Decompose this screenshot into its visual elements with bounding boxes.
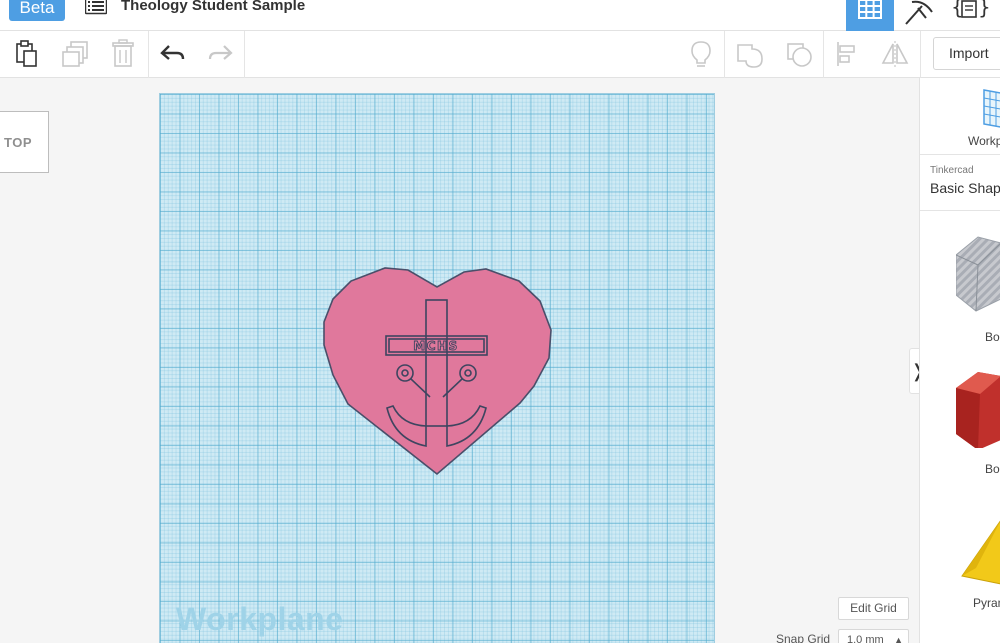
undo-icon[interactable] — [158, 39, 188, 69]
toolbar-divider — [148, 31, 149, 78]
panel-divider — [920, 154, 1000, 155]
beta-badge: Beta — [9, 0, 65, 21]
pickaxe-icon — [905, 0, 933, 25]
blocks-view-button[interactable] — [898, 0, 942, 31]
chevron-up-icon: ▲ — [894, 635, 903, 643]
paste-icon[interactable] — [12, 39, 42, 69]
toolbar-divider — [724, 31, 725, 78]
design-title[interactable]: Theology Student Sample — [121, 0, 305, 14]
top-bar: Beta Theology Student Sample {} — [0, 0, 1000, 31]
import-button[interactable]: Import — [933, 37, 1000, 70]
codeblocks-view-button[interactable]: { } — [946, 0, 996, 31]
snap-grid-value: 1.0 mm — [847, 634, 884, 643]
pyramid-icon[interactable] — [956, 518, 1000, 593]
shape-label-box[interactable]: Bo — [985, 462, 1000, 476]
shape-label-pyramid[interactable]: Pyran — [973, 596, 1000, 610]
snap-grid-select[interactable]: 1.0 mm ▲ — [838, 629, 909, 643]
shape-library-source: Tinkercad — [930, 165, 974, 176]
view-cube[interactable]: TOP — [0, 111, 49, 173]
3d-view-button[interactable] — [846, 0, 894, 31]
shapes-panel: Workp Tinkercad Basic Shap Bo Bo Pyra — [919, 78, 1000, 643]
edit-grid-button[interactable]: Edit Grid — [838, 597, 909, 620]
view-cube-face-label: TOP — [4, 135, 32, 150]
delete-icon[interactable] — [108, 39, 138, 69]
ungroup-icon[interactable] — [785, 39, 815, 69]
workplane-grid[interactable] — [159, 93, 715, 643]
workplane-label: Workplane — [176, 601, 344, 637]
panel-divider — [920, 210, 1000, 211]
toolbar-divider — [244, 31, 245, 78]
toolbar-divider — [920, 31, 921, 78]
box-hole-icon[interactable] — [955, 235, 1000, 320]
grid-view-icon — [858, 0, 882, 19]
edit-toolbar: Import — [0, 31, 1000, 78]
workplane-tool-icon[interactable] — [980, 88, 1000, 133]
snap-grid-label: Snap Grid — [776, 632, 831, 643]
redo-icon[interactable] — [205, 39, 235, 69]
group-icon[interactable] — [735, 39, 765, 69]
workplane-tool-label[interactable]: Workp — [968, 134, 1000, 148]
lightbulb-icon[interactable] — [686, 39, 716, 69]
shape-label-box-hole[interactable]: Bo — [985, 330, 1000, 344]
svg-text:}: } — [978, 0, 991, 19]
mirror-icon[interactable] — [880, 39, 910, 69]
duplicate-icon[interactable] — [61, 39, 91, 69]
align-icon[interactable] — [834, 39, 864, 69]
code-blocks-icon: { } — [951, 0, 991, 19]
shape-library-select[interactable]: Basic Shap — [930, 180, 1000, 196]
design-list-icon[interactable] — [84, 0, 108, 16]
toolbar-divider — [823, 31, 824, 78]
box-icon[interactable] — [956, 368, 1000, 453]
